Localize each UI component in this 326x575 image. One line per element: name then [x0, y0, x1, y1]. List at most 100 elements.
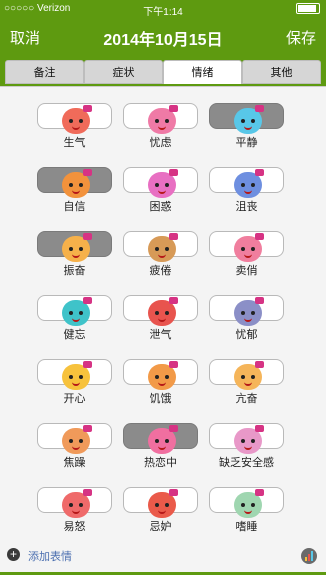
emoji-face-icon [62, 297, 92, 326]
emotion-button[interactable] [123, 295, 198, 326]
emoji-face-icon [234, 361, 264, 390]
emotion-label: 卖俏 [235, 265, 258, 277]
emotion-label: 生气 [63, 137, 86, 149]
emoji-face-icon [234, 105, 264, 134]
emotion-label: 平静 [235, 137, 258, 149]
app-screen: ○○○○○ Verizon 下午1:14 取消 2014年10月15日 保存 备… [0, 0, 326, 575]
emotion-button[interactable] [209, 295, 284, 326]
emotion-label: 开心 [63, 393, 86, 405]
page-title: 2014年10月15日 [103, 32, 223, 49]
header: ○○○○○ Verizon 下午1:14 取消 2014年10月15日 保存 [0, 0, 326, 57]
emoji-face-icon [62, 169, 92, 198]
emotion-item[interactable]: 泄气 [123, 288, 198, 344]
emotion-label: 忧虑 [149, 137, 172, 149]
emotion-item[interactable]: 沮丧 [209, 160, 284, 216]
emotion-label: 亢奋 [235, 393, 258, 405]
emotion-label: 缺乏安全感 [219, 457, 274, 469]
emoji-face-icon [62, 361, 92, 390]
emoji-face-icon [148, 297, 178, 326]
battery-icon [293, 3, 320, 14]
emotion-button[interactable] [123, 103, 198, 134]
emoji-face-icon [148, 169, 178, 198]
emoji-face-icon [148, 233, 178, 262]
emotion-label: 沮丧 [235, 201, 258, 213]
emoji-face-icon [148, 105, 178, 134]
emotion-item[interactable]: 易怒 [37, 480, 112, 536]
emotion-label: 振奋 [63, 265, 86, 277]
emotion-label: 嗜睡 [235, 521, 258, 533]
emotion-item[interactable]: 困惑 [123, 160, 198, 216]
emotion-item[interactable]: 饥饿 [123, 352, 198, 408]
emotion-label: 饥饿 [149, 393, 172, 405]
emoji-face-icon [234, 425, 264, 454]
tab-notes[interactable]: 备注 [5, 60, 84, 84]
emotion-item[interactable]: 开心 [37, 352, 112, 408]
emoji-face-icon [148, 489, 178, 518]
emotion-item[interactable]: 自信 [37, 160, 112, 216]
emotion-item[interactable]: 嗜睡 [209, 480, 284, 536]
save-button[interactable]: 保存 [286, 27, 316, 48]
emotion-button[interactable] [209, 167, 284, 198]
emoji-face-icon [234, 233, 264, 262]
emotion-item[interactable]: 忧虑 [123, 96, 198, 152]
emotion-button[interactable] [37, 359, 112, 390]
emoji-face-icon [148, 361, 178, 390]
emoji-face-icon [62, 425, 92, 454]
add-emotion-label: 添加表情 [28, 551, 72, 563]
emotion-button[interactable] [37, 423, 112, 454]
emotion-button[interactable] [209, 103, 284, 134]
tab-symptoms[interactable]: 症状 [84, 60, 163, 84]
emotion-label: 热恋中 [144, 457, 177, 469]
emotion-button[interactable] [123, 167, 198, 198]
emotion-item[interactable]: 卖俏 [209, 224, 284, 280]
emoji-face-icon [234, 169, 264, 198]
emotion-button[interactable] [37, 487, 112, 518]
chart-icon[interactable] [301, 548, 317, 564]
emotion-label: 焦躁 [63, 457, 86, 469]
emotion-label: 忌妒 [149, 521, 172, 533]
emotion-label: 疲倦 [149, 265, 172, 277]
emotion-button[interactable] [37, 103, 112, 134]
footer: + 添加表情 [0, 536, 326, 575]
emoji-face-icon [234, 297, 264, 326]
emoji-face-icon [234, 489, 264, 518]
emotion-item[interactable]: 忧郁 [209, 288, 284, 344]
emotion-label: 困惑 [149, 201, 172, 213]
emotion-label: 易怒 [63, 521, 86, 533]
tab-other[interactable]: 其他 [242, 60, 321, 84]
emotion-item[interactable]: 生气 [37, 96, 112, 152]
emotion-item[interactable]: 健忘 [37, 288, 112, 344]
emotion-item[interactable]: 焦躁 [37, 416, 112, 472]
emotion-item[interactable]: 忌妒 [123, 480, 198, 536]
emoji-face-icon [62, 105, 92, 134]
status-bar: ○○○○○ Verizon 下午1:14 [0, 0, 326, 18]
emotion-button[interactable] [123, 231, 198, 262]
emotion-button[interactable] [37, 167, 112, 198]
emotion-button[interactable] [209, 423, 284, 454]
tab-mood[interactable]: 情绪 [163, 60, 242, 84]
emotion-button[interactable] [37, 295, 112, 326]
emotion-label: 健忘 [63, 329, 86, 341]
emotion-button[interactable] [123, 487, 198, 518]
emotion-item[interactable]: 缺乏安全感 [209, 416, 284, 472]
emotion-button[interactable] [37, 231, 112, 262]
emotion-label: 泄气 [149, 329, 172, 341]
emoji-face-icon [62, 233, 92, 262]
tab-bar: 备注 症状 情绪 其他 [0, 57, 326, 86]
emotion-item[interactable]: 疲倦 [123, 224, 198, 280]
emotion-button[interactable] [209, 487, 284, 518]
emotion-button[interactable] [209, 359, 284, 390]
emotion-button[interactable] [209, 231, 284, 262]
nav-bar: 取消 2014年10月15日 保存 [0, 22, 326, 52]
emotion-label: 自信 [63, 201, 86, 213]
emotion-item[interactable]: 振奋 [37, 224, 112, 280]
emotion-button[interactable] [123, 423, 198, 454]
plus-icon: + [7, 548, 20, 561]
emotion-item[interactable]: 热恋中 [123, 416, 198, 472]
emoji-face-icon [148, 425, 178, 454]
emotion-grid: 生气 忧虑 平静自信 困惑 沮丧振奋 疲倦 卖俏健忘 泄气 忧郁开心 饥饿 亢奋焦躁 热恋中 缺乏安全感… [0, 86, 326, 537]
emotion-item[interactable]: 平静 [209, 96, 284, 152]
status-time: 下午1:14 [143, 7, 183, 18]
emotion-button[interactable] [123, 359, 198, 390]
emotion-item[interactable]: 亢奋 [209, 352, 284, 408]
